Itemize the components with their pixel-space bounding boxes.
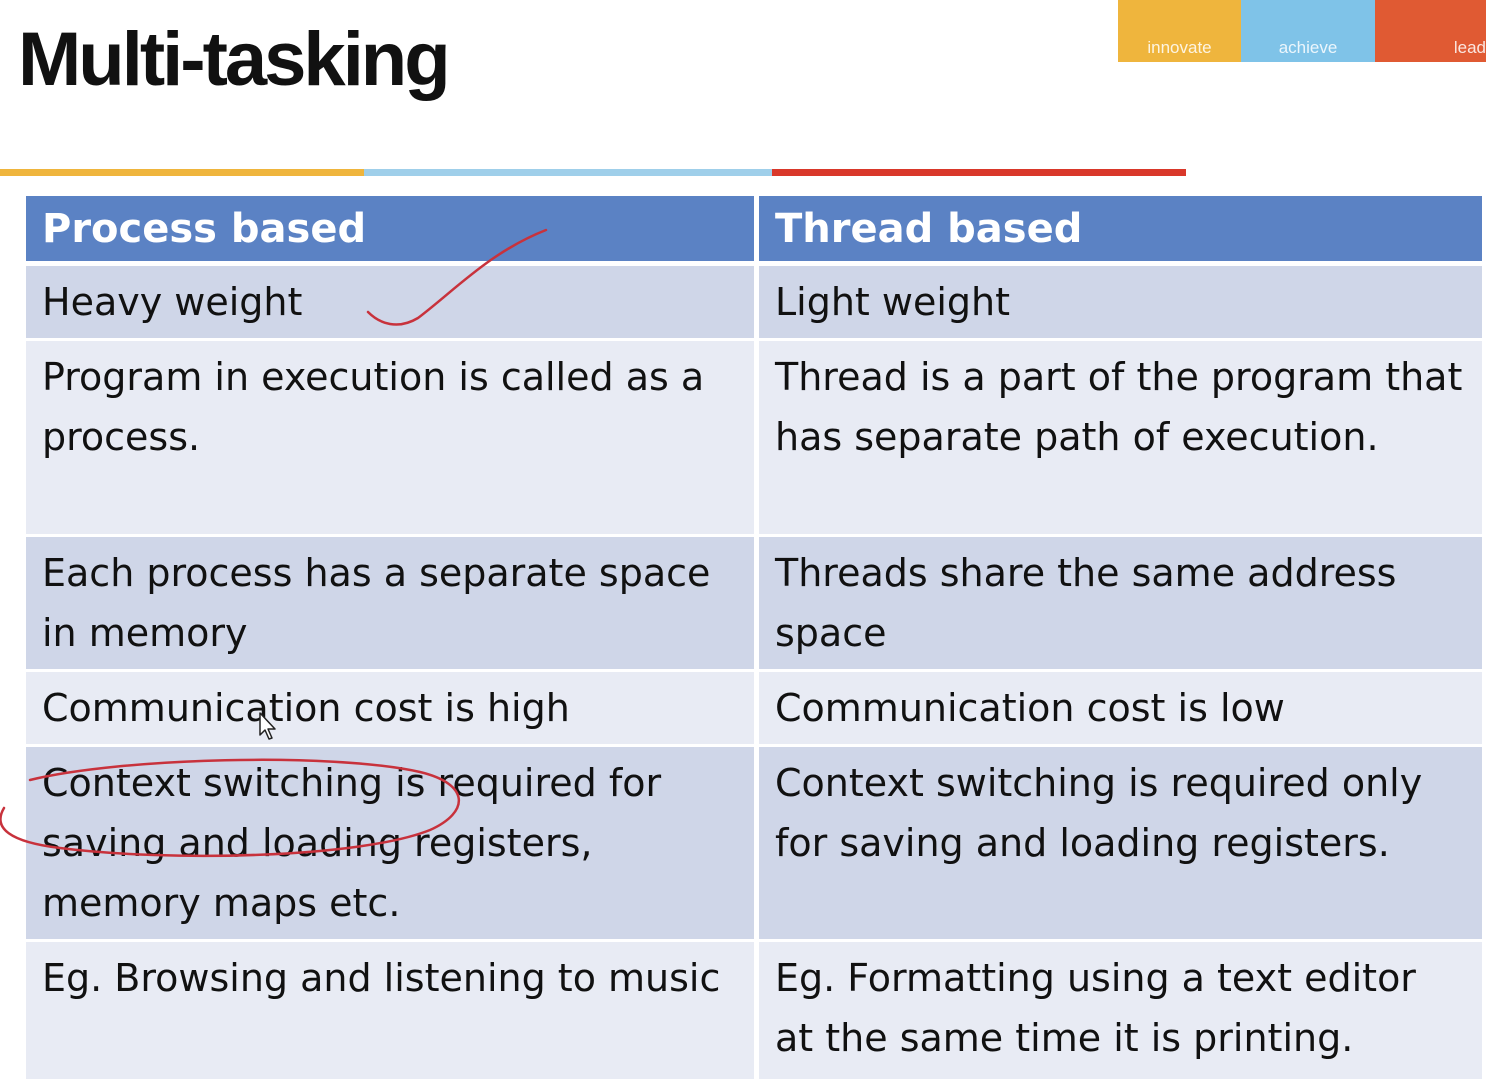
comparison-table: Process based Thread based Heavy weight … <box>26 196 1482 1082</box>
slide: Multi-tasking innovate achieve lead Proc… <box>0 0 1486 1092</box>
table-cell-thread: Communication cost is low <box>754 672 1482 747</box>
logo-word-lead: lead <box>1375 0 1486 62</box>
table-row: Communication cost is high Communication… <box>26 672 1482 747</box>
accent-line-red <box>772 169 1186 176</box>
table-cell-process: Heavy weight <box>26 266 754 341</box>
table-cell-thread: Threads share the same address space <box>754 537 1482 672</box>
table-cell-thread: Eg. Formatting using a text editor at th… <box>754 942 1482 1082</box>
table-header-row: Process based Thread based <box>26 196 1482 266</box>
table-cell-thread: Context switching is required only for s… <box>754 747 1482 942</box>
table-row: Context switching is required for saving… <box>26 747 1482 942</box>
accent-line-blue <box>364 169 772 176</box>
table-cell-process: Context switching is required for saving… <box>26 747 754 942</box>
table-cell-process: Eg. Browsing and listening to music <box>26 942 754 1082</box>
table-cell-thread: Light weight <box>754 266 1482 341</box>
table-cell-process: Communication cost is high <box>26 672 754 747</box>
header-process-based: Process based <box>26 196 754 266</box>
table-row: Heavy weight Light weight <box>26 266 1482 341</box>
table-row: Program in execution is called as a proc… <box>26 341 1482 537</box>
table-row: Each process has a separate space in mem… <box>26 537 1482 672</box>
slide-title: Multi-tasking <box>18 17 451 102</box>
table-cell-process: Each process has a separate space in mem… <box>26 537 754 672</box>
logo-word-innovate: innovate <box>1118 0 1241 62</box>
logo-word-achieve: achieve <box>1241 0 1375 62</box>
table-cell-thread: Thread is a part of the program that has… <box>754 341 1482 537</box>
table-cell-process: Program in execution is called as a proc… <box>26 341 754 537</box>
brand-logo-strip: innovate achieve lead <box>1118 0 1486 62</box>
header-thread-based: Thread based <box>754 196 1482 266</box>
accent-line-orange <box>0 169 364 176</box>
table-row: Eg. Browsing and listening to music Eg. … <box>26 942 1482 1082</box>
